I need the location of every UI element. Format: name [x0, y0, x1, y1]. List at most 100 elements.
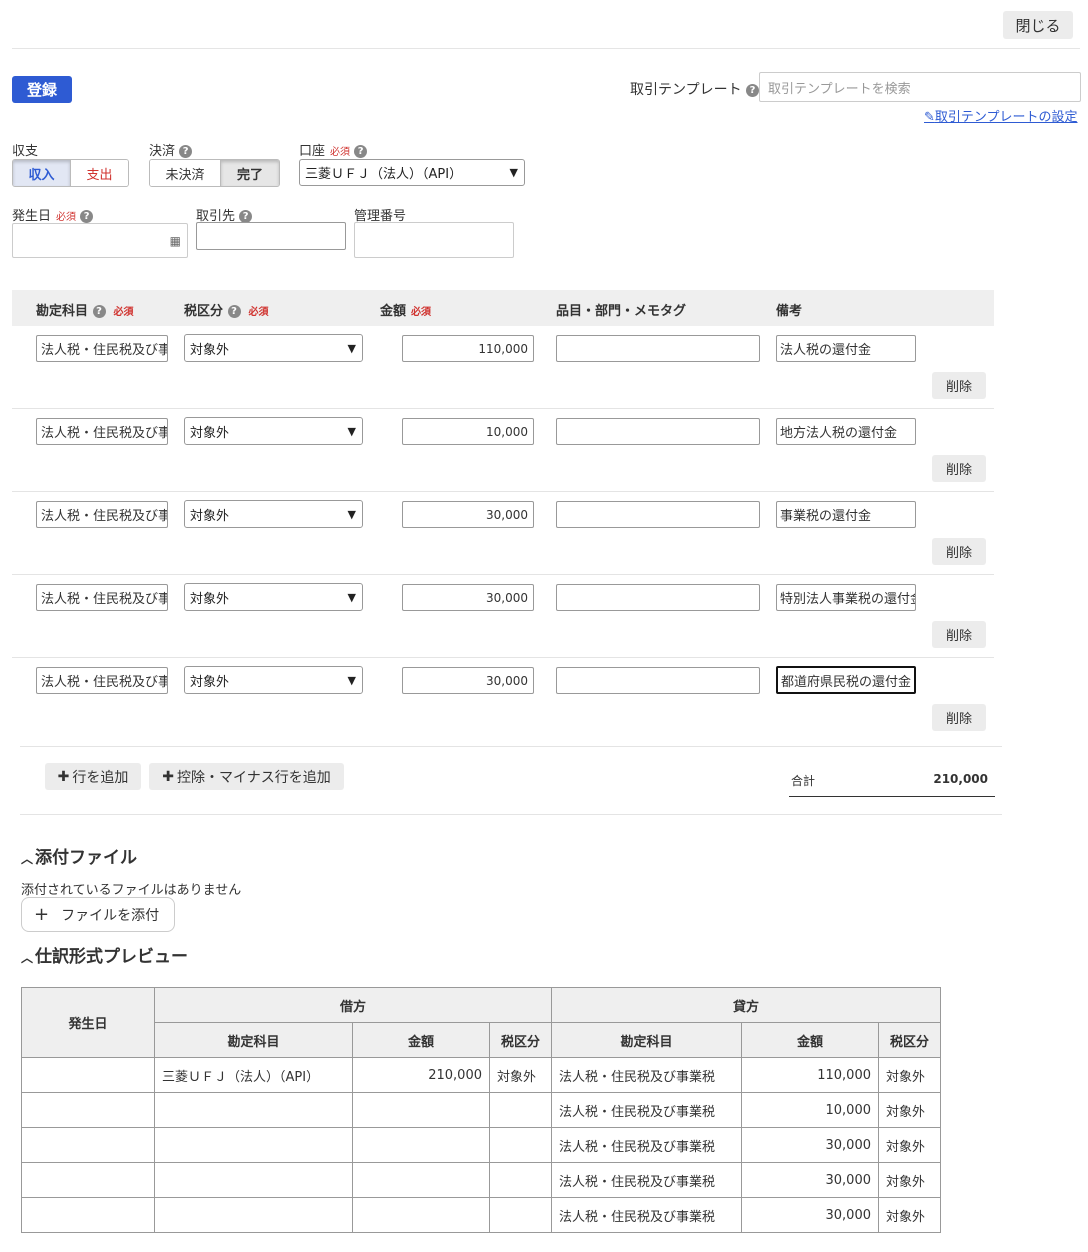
help-icon[interactable]: ?	[92, 305, 106, 318]
row-delete-button[interactable]: 削除	[932, 704, 986, 731]
calendar-icon[interactable]: ▦	[170, 234, 181, 248]
preview-cell	[352, 1162, 490, 1198]
income-option[interactable]: 収入	[13, 160, 71, 186]
row-tax-select[interactable]: 対象外 ▼	[184, 583, 363, 611]
preview-cell	[352, 1197, 490, 1233]
preview-credit-tax-header: 税区分	[878, 1022, 941, 1058]
attach-file-button[interactable]: + ファイルを添付	[21, 897, 175, 932]
preview-cell: 対象外	[878, 1092, 941, 1128]
row-tags-input[interactable]	[556, 501, 760, 528]
template-search-input[interactable]: 取引テンプレートを検索	[759, 72, 1081, 102]
date-field[interactable]: ▦	[12, 223, 188, 258]
preview-cell: 法人税・住民税及び事業税	[551, 1127, 742, 1163]
preview-cell: 110,000	[741, 1057, 879, 1093]
help-icon[interactable]: ?	[179, 145, 193, 158]
plus-icon: ✚	[57, 768, 70, 785]
help-icon[interactable]: ?	[746, 83, 760, 97]
row-divider	[20, 746, 1002, 747]
table-row: 法人税・住民税及び事業税 30,000 対象外	[21, 1127, 941, 1163]
row-tax-select[interactable]: 対象外 ▼	[184, 500, 363, 528]
date-label: 発生日 必須 ?	[12, 205, 94, 224]
preview-cell	[489, 1162, 552, 1198]
row-tax-select[interactable]: 対象外 ▼	[184, 666, 363, 694]
header-tags: 品目・部門・メモタグ	[556, 304, 687, 319]
row-account-input[interactable]: 法人税・住民税及び事業税	[36, 667, 168, 694]
row-amount-input[interactable]: 30,000	[402, 501, 534, 528]
preview-cell: 30,000	[741, 1162, 879, 1198]
preview-credit-account-header: 勘定科目	[551, 1022, 742, 1058]
income-expense-label: 収支	[12, 144, 39, 159]
preview-cell	[489, 1197, 552, 1233]
chevron-down-icon: ▼	[347, 424, 356, 438]
help-icon[interactable]: ?	[80, 210, 94, 223]
preview-cell: 対象外	[878, 1127, 941, 1163]
template-settings-link[interactable]: ✎取引テンプレートの設定	[924, 106, 1078, 125]
account-label: 口座 必須 ?	[299, 140, 368, 159]
account-select[interactable]: 三菱ＵＦＪ（法人）（API） ▼	[299, 159, 525, 186]
close-button[interactable]: 閉じる	[1003, 11, 1073, 39]
help-icon[interactable]: ?	[227, 305, 241, 318]
row-note-input[interactable]: 法人税の還付金	[776, 335, 916, 362]
row-account-input[interactable]: 法人税・住民税及び事業税	[36, 501, 168, 528]
plus-icon: ✚	[162, 768, 174, 785]
preview-heading[interactable]: ︿ 仕訳形式プレビュー	[21, 942, 188, 967]
row-note-input[interactable]: 都道府県民税の還付金	[776, 666, 916, 694]
row-divider	[12, 657, 994, 658]
attachments-empty-text: 添付されているファイルはありません	[21, 883, 242, 898]
unsettled-option[interactable]: 未決済	[150, 160, 221, 186]
add-row-button[interactable]: ✚ 行を追加	[45, 763, 141, 790]
preview-cell	[154, 1092, 353, 1128]
row-delete-button[interactable]: 削除	[932, 538, 986, 565]
settlement-toggle: 未決済 完了	[149, 159, 280, 187]
preview-cell	[352, 1092, 490, 1128]
row-note-input[interactable]: 地方法人税の還付金	[776, 418, 916, 445]
chevron-down-icon: ▼	[347, 673, 356, 687]
chevron-down-icon: ▼	[347, 341, 356, 355]
partner-field[interactable]	[196, 222, 346, 250]
row-tags-input[interactable]	[556, 667, 760, 694]
add-minus-row-button[interactable]: ✚ 控除・マイナス行を追加	[149, 763, 344, 790]
row-tax-select[interactable]: 対象外 ▼	[184, 334, 363, 362]
preview-cell	[21, 1127, 155, 1163]
row-tags-input[interactable]	[556, 418, 760, 445]
row-note-input[interactable]: 特別法人事業税の還付金	[776, 584, 916, 611]
preview-cell	[154, 1197, 353, 1233]
preview-credit-header: 貸方	[551, 987, 941, 1023]
help-icon[interactable]: ?	[354, 145, 368, 158]
row-tags-input[interactable]	[556, 584, 760, 611]
row-tags-input[interactable]	[556, 335, 760, 362]
row-account-input[interactable]: 法人税・住民税及び事業税	[36, 418, 168, 445]
row-amount-input[interactable]: 10,000	[402, 418, 534, 445]
preview-debit-account-header: 勘定科目	[154, 1022, 353, 1058]
settlement-label: 決済 ?	[149, 140, 193, 159]
preview-cell: 30,000	[741, 1197, 879, 1233]
row-delete-button[interactable]: 削除	[932, 372, 986, 399]
ref-number-field[interactable]	[354, 222, 514, 258]
table-row: 法人税・住民税及び事業税 30,000 対象外	[21, 1162, 941, 1198]
preview-debit-header: 借方	[154, 987, 552, 1023]
preview-debit-amount-header: 金額	[352, 1022, 490, 1058]
preview-cell: 対象外	[878, 1057, 941, 1093]
chevron-up-icon: ︿	[21, 852, 34, 866]
row-note-input[interactable]: 事業税の還付金	[776, 501, 916, 528]
edit-icon: ✎	[924, 110, 935, 125]
header-account-item: 勘定科目 ? 必須	[36, 304, 134, 319]
register-button[interactable]: 登録	[12, 76, 72, 103]
settled-option[interactable]: 完了	[221, 160, 279, 186]
row-tax-select[interactable]: 対象外 ▼	[184, 417, 363, 445]
attachments-heading[interactable]: ︿ 添付ファイル	[21, 843, 137, 868]
preview-date-header: 発生日	[21, 987, 155, 1058]
plus-icon: +	[34, 904, 50, 925]
preview-debit-tax-header: 税区分	[489, 1022, 552, 1058]
row-amount-input[interactable]: 110,000	[402, 335, 534, 362]
row-delete-button[interactable]: 削除	[932, 455, 986, 482]
row-amount-input[interactable]: 30,000	[402, 584, 534, 611]
row-account-input[interactable]: 法人税・住民税及び事業税	[36, 335, 168, 362]
row-delete-button[interactable]: 削除	[932, 621, 986, 648]
total-underline	[789, 796, 995, 797]
preview-cell: 10,000	[741, 1092, 879, 1128]
row-amount-input[interactable]: 30,000	[402, 667, 534, 694]
grid-header	[12, 290, 994, 326]
row-account-input[interactable]: 法人税・住民税及び事業税	[36, 584, 168, 611]
expense-option[interactable]: 支出	[71, 160, 128, 186]
